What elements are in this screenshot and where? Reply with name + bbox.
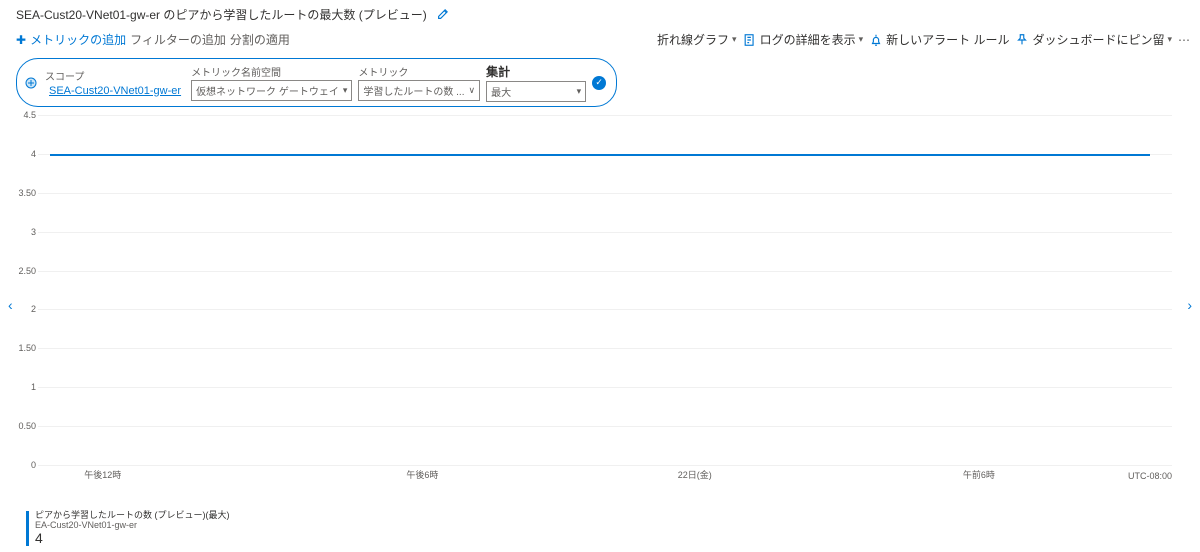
series-line [50,154,1150,156]
aggregation-select[interactable]: 最大 ▾ [486,81,586,102]
add-metric-label: メトリックの追加 [30,31,126,48]
chart-area[interactable]: 4.543.5032.5021.5010.500 [38,115,1172,465]
chevron-down-icon: ∨ [469,85,476,96]
drill-logs-button[interactable]: ログの詳細を表示 ▾ [743,31,864,48]
scope-label: スコープ [45,68,185,83]
gridline [38,115,1172,116]
metric-config-pill: スコープ SEA-Cust20-VNet01-gw-er メトリック名前空間 仮… [16,58,617,107]
metric-select[interactable]: 学習したルートの数 ... ∨ [358,80,480,101]
y-axis-tick: 4 [14,149,36,159]
chevron-down-icon: ▾ [859,34,864,45]
legend-series-resource: EA-Cust20-VNet01-gw-er [35,521,230,531]
apply-split-link[interactable]: 分割の適用 [230,31,290,48]
add-metric-button[interactable]: ✚ メトリックの追加 [16,31,126,48]
gridline [38,193,1172,194]
y-axis-tick: 4.5 [14,110,36,120]
timezone-label: UTC-08:00 [1128,471,1172,481]
edit-icon[interactable] [437,7,450,23]
chart-legend: ピアから学習したルートの数 (プレビュー)(最大) EA-Cust20-VNet… [26,511,230,546]
page-title: SEA-Cust20-VNet01-gw-er のピアから学習したルートの最大数… [16,6,427,23]
namespace-label: メトリック名前空間 [191,64,352,79]
gridline [38,271,1172,272]
chevron-down-icon: ▾ [577,86,582,97]
x-axis-tick: 22日(金) [678,468,712,481]
more-menu[interactable]: ⋯ [1178,33,1190,47]
y-axis-tick: 2.50 [14,266,36,276]
chevron-down-icon: ▾ [1167,34,1172,45]
aggregation-value: 最大 [491,84,511,99]
gridline [38,232,1172,233]
namespace-select[interactable]: 仮想ネットワーク ゲートウェイ ▾ [191,80,352,101]
chevron-down-icon: ▾ [343,85,348,96]
add-filter-link[interactable]: フィルターの追加 [130,31,226,48]
y-axis-tick: 1 [14,382,36,392]
pin-dashboard-button[interactable]: ダッシュボードにピン留 ▾ [1015,31,1172,48]
metric-label: メトリック [358,64,480,79]
legend-color-bar [26,511,29,546]
chart-next-button[interactable]: › [1183,293,1196,317]
x-axis-tick: 午前6時 [963,468,995,481]
gridline [38,426,1172,427]
gridline [38,309,1172,310]
chevron-down-icon: ▾ [732,34,737,45]
legend-series-value: 4 [35,531,230,546]
x-axis-tick: 午後12時 [84,468,121,481]
metric-value: 学習したルートの数 ... [363,83,464,98]
aggregation-label: 集計 [486,63,586,80]
chart-panel: ‹ › 4.543.5032.5021.5010.500 UTC-08:00 午… [8,115,1192,495]
new-alert-button[interactable]: 新しいアラート ルール [869,31,1009,48]
plus-icon: ✚ [16,33,26,47]
chart-type-dropdown[interactable]: 折れ線グラフ ▾ [657,31,737,48]
y-axis-tick: 3.50 [14,188,36,198]
namespace-value: 仮想ネットワーク ゲートウェイ [196,83,339,98]
gridline [38,348,1172,349]
scope-value[interactable]: SEA-Cust20-VNet01-gw-er [45,84,185,98]
y-axis-tick: 1.50 [14,343,36,353]
gridline [38,387,1172,388]
y-axis-tick: 0 [14,460,36,470]
chart-type-label: 折れ線グラフ [657,31,729,48]
drill-logs-label: ログの詳細を表示 [760,31,856,48]
pin-dashboard-label: ダッシュボードにピン留 [1032,31,1164,48]
y-axis-tick: 0.50 [14,421,36,431]
resource-icon [23,75,39,91]
new-alert-label: 新しいアラート ルール [886,31,1009,48]
y-axis-tick: 2 [14,304,36,314]
x-axis-tick: 午後6時 [406,468,438,481]
y-axis-tick: 3 [14,227,36,237]
gridline [38,465,1172,466]
check-icon: ✓ [592,76,606,90]
